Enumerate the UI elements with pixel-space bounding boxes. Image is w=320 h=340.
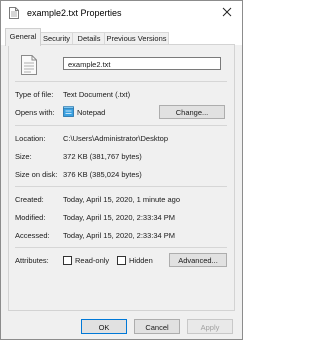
- opens-with-label: Opens with:: [15, 108, 55, 117]
- ok-button[interactable]: OK: [81, 319, 127, 334]
- readonly-checkbox[interactable]: [63, 256, 72, 265]
- text-file-icon: [9, 7, 19, 19]
- size-on-disk-label: Size on disk:: [15, 170, 58, 179]
- title-bar: example2.txt Properties: [1, 1, 242, 25]
- location-label: Location:: [15, 134, 46, 143]
- attributes-label: Attributes:: [15, 256, 49, 265]
- hidden-checkbox[interactable]: [117, 256, 126, 265]
- divider: [15, 81, 227, 82]
- close-button[interactable]: [212, 1, 242, 25]
- size-label: Size:: [15, 152, 32, 161]
- size-on-disk-value: 376 KB (385,024 bytes): [63, 170, 142, 179]
- created-label: Created:: [15, 195, 44, 204]
- accessed-label: Accessed:: [15, 231, 50, 240]
- general-tab-panel: example2.txt Type of file: Text Document…: [8, 44, 235, 311]
- created-value: Today, April 15, 2020, 1 minute ago: [63, 195, 181, 204]
- divider: [15, 125, 227, 126]
- type-of-file-label: Type of file:: [15, 90, 54, 99]
- size-value: 372 KB (381,767 bytes): [63, 152, 142, 161]
- tab-general[interactable]: General: [5, 28, 41, 46]
- window-title: example2.txt Properties: [27, 8, 122, 18]
- divider: [15, 247, 227, 248]
- text-document-icon: [21, 55, 37, 75]
- accessed-value: Today, April 15, 2020, 2:33:34 PM: [63, 231, 176, 240]
- tab-strip: General Security Details Previous Versio…: [1, 25, 242, 46]
- opens-with-value: Notepad: [77, 108, 106, 117]
- properties-dialog: example2.txt Properties General Security…: [0, 0, 243, 340]
- hidden-label[interactable]: Hidden: [129, 256, 153, 265]
- modified-label: Modified:: [15, 213, 46, 222]
- apply-button[interactable]: Apply: [187, 319, 233, 334]
- type-of-file-value: Text Document (.txt): [63, 90, 131, 99]
- cancel-button[interactable]: Cancel: [134, 319, 180, 334]
- file-name-field[interactable]: example2.txt: [63, 57, 221, 70]
- close-icon: [222, 7, 232, 19]
- advanced-button[interactable]: Advanced...: [169, 253, 227, 267]
- divider: [15, 186, 227, 187]
- readonly-label[interactable]: Read-only: [75, 256, 109, 265]
- change-button[interactable]: Change...: [159, 105, 225, 119]
- location-value: C:\Users\Administrator\Desktop: [63, 134, 169, 143]
- modified-value: Today, April 15, 2020, 2:33:34 PM: [63, 213, 176, 222]
- notepad-icon: [63, 106, 74, 117]
